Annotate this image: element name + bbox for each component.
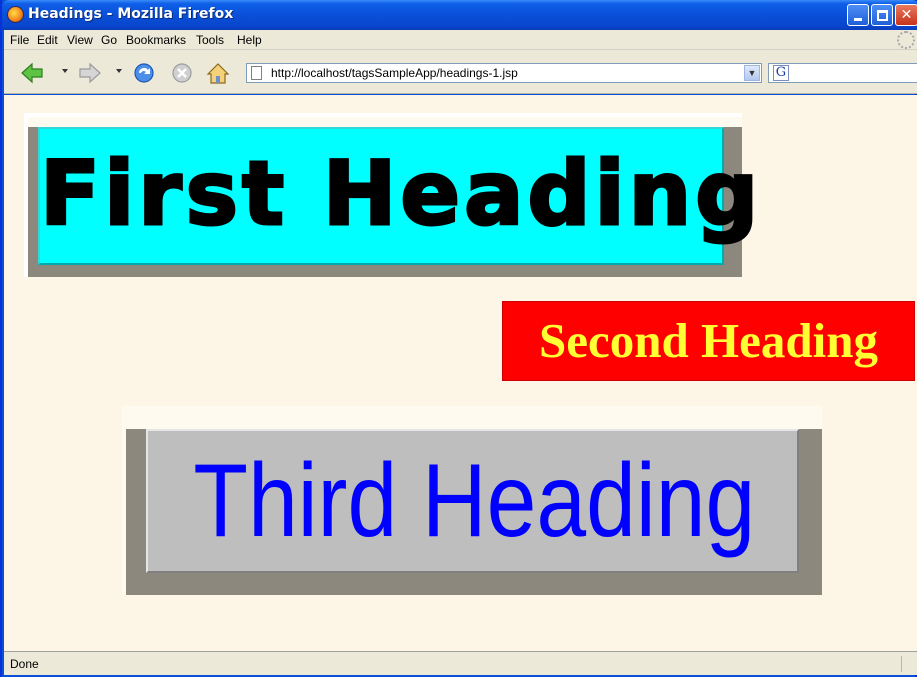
url-dropdown-icon[interactable]: ▼ bbox=[744, 65, 760, 81]
status-bar: Done bbox=[4, 651, 917, 675]
heading-2-box: Second Heading bbox=[502, 301, 915, 381]
heading-1-box: First Heading bbox=[38, 127, 763, 265]
browser-window: Headings - Mozilla Firefox ✕ File Edit V… bbox=[0, 0, 917, 677]
maximize-button[interactable] bbox=[871, 4, 893, 26]
url-bar[interactable]: http://localhost/tagsSampleApp/headings-… bbox=[246, 63, 762, 83]
menu-tools[interactable]: Tools bbox=[196, 33, 224, 47]
back-dropdown-icon[interactable] bbox=[62, 69, 68, 73]
stop-icon[interactable] bbox=[170, 62, 194, 84]
throbber-icon bbox=[897, 31, 915, 49]
menu-edit[interactable]: Edit bbox=[37, 33, 58, 47]
status-text: Done bbox=[10, 657, 39, 671]
close-icon: ✕ bbox=[900, 7, 913, 23]
firefox-icon bbox=[7, 6, 24, 23]
heading-1-highlight bbox=[28, 117, 742, 127]
menu-bookmarks[interactable]: Bookmarks bbox=[126, 33, 186, 47]
minimize-icon bbox=[854, 18, 862, 21]
menu-bar: File Edit View Go Bookmarks Tools Help bbox=[4, 30, 917, 50]
window-title: Headings - Mozilla Firefox bbox=[28, 6, 234, 22]
forward-icon[interactable] bbox=[78, 62, 102, 84]
heading-3-highlight bbox=[126, 410, 822, 429]
google-icon[interactable]: G bbox=[773, 65, 789, 81]
back-icon[interactable] bbox=[20, 62, 44, 84]
title-bar[interactable]: Headings - Mozilla Firefox ✕ bbox=[2, 0, 917, 30]
minimize-button[interactable] bbox=[847, 4, 869, 26]
menu-help[interactable]: Help bbox=[237, 33, 262, 47]
forward-dropdown-icon[interactable] bbox=[116, 69, 122, 73]
home-icon[interactable] bbox=[206, 62, 230, 84]
maximize-icon bbox=[877, 10, 888, 21]
heading-3: Third Heading bbox=[193, 443, 756, 559]
resize-grip-icon[interactable] bbox=[901, 656, 915, 672]
heading-3-box: Third Heading bbox=[146, 429, 799, 573]
menu-go[interactable]: Go bbox=[101, 33, 117, 47]
search-bar[interactable]: G bbox=[768, 63, 917, 83]
close-button[interactable]: ✕ bbox=[895, 4, 917, 26]
page-content: First Heading Second Heading Third Headi… bbox=[4, 95, 917, 651]
menu-view[interactable]: View bbox=[67, 33, 93, 47]
heading-2: Second Heading bbox=[539, 313, 878, 368]
navigation-toolbar: http://localhost/tagsSampleApp/headings-… bbox=[4, 50, 917, 94]
menu-file[interactable]: File bbox=[10, 33, 29, 47]
reload-icon[interactable] bbox=[132, 62, 156, 84]
url-text[interactable]: http://localhost/tagsSampleApp/headings-… bbox=[271, 66, 518, 80]
heading-1: First Heading bbox=[39, 141, 763, 247]
page-icon bbox=[251, 66, 262, 80]
